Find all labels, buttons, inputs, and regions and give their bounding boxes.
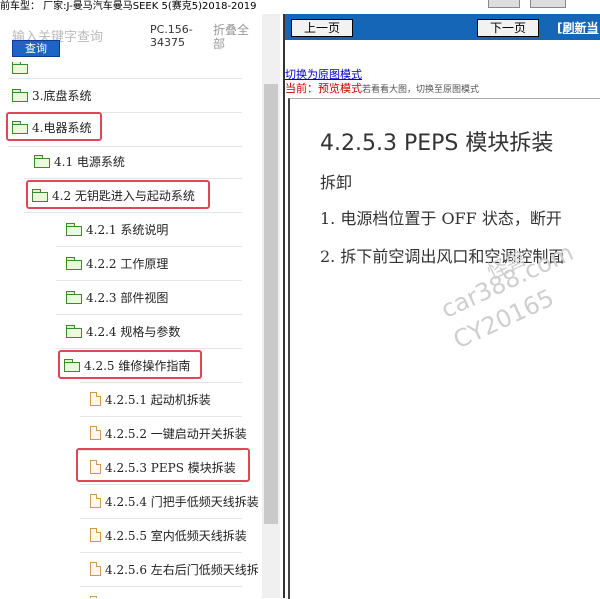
tree-item-label: 4.2.5 维修操作指南 — [84, 358, 191, 373]
scrollbar-thumb[interactable] — [264, 84, 278, 524]
tree-item-repair[interactable]: 4.2.5 维修操作指南 — [64, 354, 190, 376]
divider — [24, 178, 242, 179]
tree-item-label: 4.2.1 系统说明 — [86, 222, 169, 237]
toolbar-button[interactable] — [530, 0, 566, 8]
document-icon — [90, 426, 101, 440]
folder-open-icon — [12, 121, 28, 134]
divider — [56, 246, 242, 247]
tree-item-label: 4.2.5.4 门把手低频天线拆装 — [105, 494, 259, 509]
tree-item-partial[interactable] — [90, 592, 101, 598]
current-mode-line: 当前：预览模式若看看大图，切换至原图模式 — [285, 80, 479, 96]
tree-item-label: 4.2.5.5 室内低频天线拆装 — [105, 528, 247, 543]
divider — [80, 518, 242, 519]
divider — [24, 212, 242, 213]
tree-item-partial[interactable] — [12, 62, 28, 78]
current-mode-label: 当前： — [285, 82, 318, 95]
tree-item-label: 4.2.2 工作原理 — [86, 256, 169, 271]
divider — [8, 146, 242, 147]
divider — [56, 314, 242, 315]
tree-item-specs[interactable]: 4.2.4 规格与参数 — [66, 320, 180, 342]
query-button[interactable]: 查询 — [12, 40, 60, 57]
document-icon — [90, 392, 101, 406]
divider — [80, 382, 242, 383]
divider — [80, 484, 242, 485]
folder-icon — [66, 291, 82, 304]
folder-icon — [66, 257, 82, 270]
folder-open-icon — [32, 189, 48, 202]
tree-item-label: 4.2 无钥匙进入与起动系统 — [52, 188, 195, 203]
divider — [56, 280, 242, 281]
tree-header: 输入关键字查询 查询 PC.156-34375 折叠全部 — [0, 14, 280, 62]
document-icon — [90, 562, 101, 576]
tree-item-desc[interactable]: 4.2.1 系统说明 — [66, 218, 168, 240]
vehicle-title: 前车型： 厂家:J-曼马汽车曼马SEEK 5(赛克5)2018-2019 — [0, 1, 257, 12]
tree-item-principle[interactable]: 4.2.2 工作原理 — [66, 252, 168, 274]
divider — [56, 348, 242, 349]
document-icon — [90, 494, 101, 508]
tree-item-label: 4.2.5.1 起动机拆装 — [105, 392, 211, 407]
tree-item-parts[interactable]: 4.2.3 部件视图 — [66, 286, 168, 308]
tree-item-keyless[interactable]: 4.2 无钥匙进入与起动系统 — [32, 184, 195, 206]
tree-item-chassis[interactable]: 3.底盘系统 — [12, 84, 91, 106]
document-title: 4.2.5.3 PEPS 模块拆装 — [320, 131, 554, 156]
tree-scrollbar[interactable] — [262, 14, 280, 598]
chapter-tree: 3.底盘系统 4.电器系统 4.1 电源系统 4.2 无钥匙进入与起动系统 4.… — [0, 62, 262, 598]
next-page-button[interactable]: 下一页 — [477, 19, 539, 37]
document-icon — [90, 528, 101, 542]
fold-all-button[interactable]: 折叠全部 — [213, 23, 253, 51]
tree-item-handle-antenna[interactable]: 4.2.5.4 门把手低频天线拆装 — [90, 490, 259, 512]
folder-icon — [34, 155, 50, 168]
tree-item-label: 4.2.3 部件视图 — [86, 290, 169, 305]
toolbar-button[interactable] — [488, 0, 520, 8]
tree-item-power[interactable]: 4.1 电源系统 — [34, 150, 125, 172]
folder-icon — [66, 325, 82, 338]
document-icon — [90, 460, 101, 474]
divider — [80, 416, 242, 417]
divider — [8, 78, 242, 79]
divider — [80, 552, 242, 553]
tree-item-peps[interactable]: 4.2.5.3 PEPS 模块拆装 — [90, 456, 236, 478]
folder-icon — [12, 62, 28, 74]
refresh-link[interactable]: [刷新当 — [557, 19, 599, 36]
folder-open-icon — [64, 359, 80, 372]
folder-icon — [66, 223, 82, 236]
tree-item-starter[interactable]: 4.2.5.1 起动机拆装 — [90, 388, 211, 410]
tree-item-label: 4.2.5.6 左右后门低频天线拆 — [105, 562, 259, 577]
folder-icon — [12, 89, 28, 102]
tree-item-indoor-antenna[interactable]: 4.2.5.5 室内低频天线拆装 — [90, 524, 247, 546]
prev-page-button[interactable]: 上一页 — [291, 19, 353, 37]
tree-item-label: 4.2.5.3 PEPS 模块拆装 — [105, 460, 236, 475]
tree-item-rear-antenna[interactable]: 4.2.5.6 左右后门低频天线拆 — [90, 558, 259, 580]
document-content: 4.2.5.3 PEPS 模块拆装 拆卸 1. 电源档位置于 OFF 状态，断开… — [288, 98, 600, 599]
section-heading: 拆卸 — [320, 173, 353, 192]
step-item: 1. 电源档位置于 OFF 状态，断开 — [320, 209, 562, 228]
page-nav-bar: 上一页 下一页 [刷新当 — [285, 14, 600, 40]
tree-item-startbtn[interactable]: 4.2.5.2 一键启动开关拆装 — [90, 422, 247, 444]
tree-item-label: 4.2.5.2 一键启动开关拆装 — [105, 426, 247, 441]
left-panel: 输入关键字查询 查询 PC.156-34375 折叠全部 3.底盘系统 4.电器… — [0, 14, 280, 598]
window-title-bar: 前车型： 厂家:J-曼马汽车曼马SEEK 5(赛克5)2018-2019 — [0, 0, 600, 14]
tree-item-label: 4.2.4 规格与参数 — [86, 324, 181, 339]
current-mode-value: 预览模式 — [318, 82, 362, 95]
tree-item-electrical[interactable]: 4.电器系统 — [12, 116, 91, 138]
tree-item-label: 4.1 电源系统 — [54, 154, 125, 169]
document-panel: 上一页 下一页 [刷新当 切换为原图模式 当前：预览模式若看看大图，切换至原图模… — [283, 14, 600, 599]
current-mode-hint: 若看看大图，切换至原图模式 — [362, 85, 480, 95]
tree-item-label: 4.电器系统 — [32, 120, 92, 135]
divider — [80, 586, 242, 587]
doc-code: PC.156-34375 — [150, 23, 193, 49]
tree-item-label: 3.底盘系统 — [32, 88, 92, 103]
